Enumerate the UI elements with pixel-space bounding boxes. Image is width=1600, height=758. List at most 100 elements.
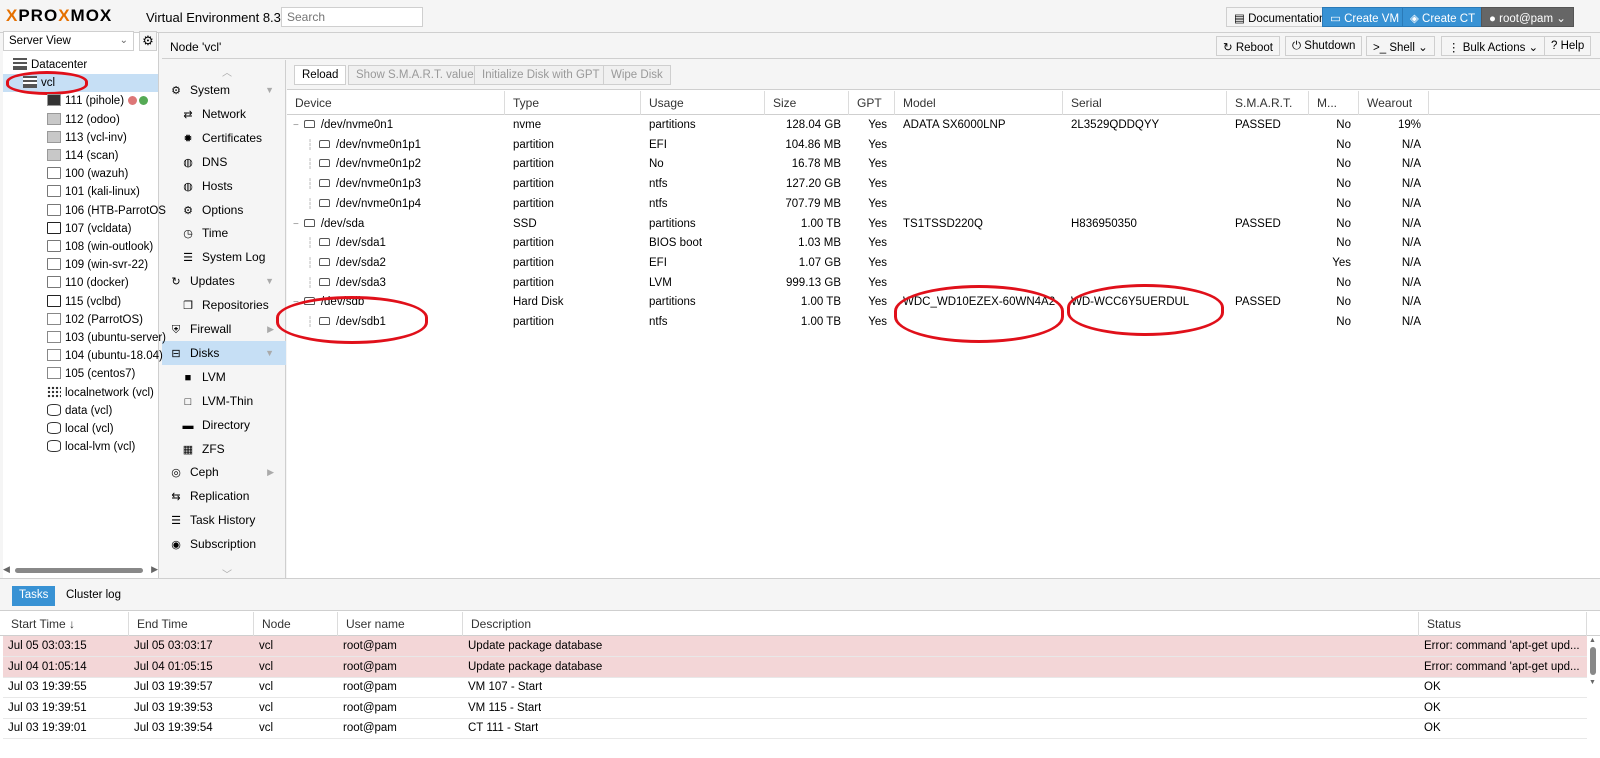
column-wearout[interactable]: Wearout <box>1359 91 1429 115</box>
column-start-time[interactable]: Start Time ↓ <box>3 612 129 636</box>
tree-node[interactable]: 100 (wazuh) <box>47 165 128 183</box>
disk-row[interactable]: ┆ /dev/sda2 partition EFI 1.07 GB Yes Yes N/A <box>287 253 1600 273</box>
column-end-time[interactable]: End Time <box>129 612 254 636</box>
menu-item-repositories[interactable]: ❐ Repositories <box>162 293 286 317</box>
menu-item-hosts[interactable]: ◍ Hosts <box>162 174 286 198</box>
menu-item-lvm-thin[interactable]: □ LVM-Thin <box>162 389 286 413</box>
column-smart[interactable]: S.M.A.R.T. <box>1227 91 1309 115</box>
scrollbar-thumb[interactable] <box>15 568 143 573</box>
column-type[interactable]: Type <box>505 91 641 115</box>
tree-node[interactable]: localnetwork (vcl) <box>47 384 154 402</box>
tree-node[interactable]: Datacenter <box>13 56 87 74</box>
arrow-down-icon[interactable]: ▼ <box>1589 679 1596 686</box>
tree-node[interactable]: 102 (ParrotOS) <box>47 311 143 329</box>
create-vm-button[interactable]: ▭ Create VM <box>1322 7 1408 27</box>
menu-item-lvm[interactable]: ■ LVM <box>162 365 286 389</box>
task-row[interactable]: Jul 04 01:05:14 Jul 04 01:05:15 vcl root@pa… <box>3 656 1587 678</box>
shell-button[interactable]: >_ Shell ⌄ <box>1366 36 1435 56</box>
scroll-up-icon[interactable]: ︿ <box>222 64 232 79</box>
task-row[interactable]: Jul 03 19:39:01 Jul 03 19:39:54 vcl root@pa… <box>3 718 1587 739</box>
column-mounted[interactable]: M... <box>1309 91 1359 115</box>
tree-node[interactable]: 113 (vcl-inv) <box>47 129 127 147</box>
menu-item-system[interactable]: ⚙ System ▼ <box>162 78 286 102</box>
tree-node[interactable]: 104 (ubuntu-18.04) <box>47 347 163 365</box>
menu-item-time[interactable]: ◷ Time <box>162 221 286 245</box>
tree-node[interactable]: 109 (win-svr-22) <box>47 256 148 274</box>
tab-cluster-log[interactable]: Cluster log <box>59 586 128 606</box>
tree-node[interactable]: data (vcl) <box>47 402 112 420</box>
menu-item-task-history[interactable]: ☰ Task History <box>162 508 286 532</box>
shutdown-button[interactable]: ⏻ Shutdown <box>1285 36 1363 56</box>
tree-node[interactable]: local-lvm (vcl) <box>47 438 135 456</box>
chevron-down-icon[interactable]: ▼ <box>265 78 274 102</box>
disk-row[interactable]: − /dev/nvme0n1 nvme partitions 128.04 GB Yes A… <box>287 115 1600 135</box>
tree-node[interactable]: 105 (centos7) <box>47 365 135 383</box>
column-serial[interactable]: Serial <box>1063 91 1227 115</box>
scrollbar-thumb[interactable] <box>1590 647 1596 675</box>
menu-item-system-log[interactable]: ☰ System Log <box>162 245 286 269</box>
tree-node[interactable]: 106 (HTB-ParrotOS <box>47 202 166 220</box>
tree-node[interactable]: 108 (win-outlook) <box>47 238 153 256</box>
arrow-up-icon[interactable]: ▲ <box>1589 637 1596 644</box>
tree-node[interactable]: vcl <box>23 74 55 92</box>
server-view-select[interactable]: Server View ⌄ <box>3 31 134 51</box>
menu-item-firewall[interactable]: ⛨ Firewall ▶ <box>162 317 286 341</box>
proxmox-logo[interactable]: XPROXMOX <box>6 6 112 26</box>
reload-button[interactable]: Reload <box>294 65 347 85</box>
disk-row[interactable]: ┆ /dev/nvme0n1p1 partition EFI 104.86 MB Yes N… <box>287 135 1600 155</box>
reboot-button[interactable]: ↻ Reboot <box>1216 36 1280 56</box>
collapse-icon[interactable]: − <box>293 120 299 131</box>
column-usage[interactable]: Usage <box>641 91 765 115</box>
disk-row[interactable]: ┆ /dev/nvme0n1p4 partition ntfs 707.79 MB Yes… <box>287 194 1600 214</box>
menu-item-dns[interactable]: ◍ DNS <box>162 150 286 174</box>
column-status[interactable]: Status <box>1419 612 1587 636</box>
menu-item-updates[interactable]: ↻ Updates ▼ <box>162 269 286 293</box>
menu-item-certificates[interactable]: ✹ Certificates <box>162 126 286 150</box>
disk-row[interactable]: − /dev/sda SSD partitions 1.00 TB Yes TS1TSSD2… <box>287 214 1600 234</box>
tab-tasks[interactable]: Tasks <box>12 586 56 606</box>
menu-item-subscription[interactable]: ◉ Subscription <box>162 532 286 556</box>
column-model[interactable]: Model <box>895 91 1063 115</box>
help-button[interactable]: ? Help <box>1544 36 1592 56</box>
collapse-icon[interactable]: − <box>293 219 299 230</box>
show-smart-button[interactable]: Show S.M.A.R.T. values <box>348 65 488 85</box>
menu-item-network[interactable]: ⇄ Network <box>162 102 286 126</box>
disk-row[interactable]: ┆ /dev/nvme0n1p2 partition No 16.78 MB Yes No N… <box>287 154 1600 174</box>
bulk-actions-button[interactable]: ⋮ Bulk Actions ⌄ <box>1441 36 1546 56</box>
task-row[interactable]: Jul 03 19:39:55 Jul 03 19:39:57 vcl root@pa… <box>3 677 1587 698</box>
disk-row[interactable]: ┆ /dev/nvme0n1p3 partition ntfs 127.20 GB Yes… <box>287 174 1600 194</box>
menu-item-ceph[interactable]: ◎ Ceph ▶ <box>162 460 286 484</box>
create-ct-button[interactable]: ◈ Create CT <box>1402 7 1484 27</box>
menu-item-options[interactable]: ⚙ Options <box>162 198 286 222</box>
gear-icon[interactable]: ⚙ <box>139 31 157 51</box>
tree-node[interactable]: 110 (docker) <box>47 274 129 292</box>
tree-horizontal-scrollbar[interactable]: ◀ ▶ <box>3 564 158 576</box>
column-device[interactable]: Device <box>287 91 505 115</box>
wipe-disk-button[interactable]: Wipe Disk <box>603 65 671 85</box>
arrow-right-icon[interactable]: ▶ <box>151 564 158 575</box>
task-row[interactable]: Jul 03 19:39:51 Jul 03 19:39:53 vcl root@pa… <box>3 698 1587 719</box>
tasks-vertical-scrollbar[interactable]: ▲ ▼ <box>1588 637 1598 757</box>
column-node[interactable]: Node <box>254 612 338 636</box>
disk-row[interactable]: ┆ /dev/sda1 partition BIOS boot 1.03 MB Yes No… <box>287 233 1600 253</box>
user-menu-button[interactable]: ● root@pam ⌄ <box>1481 7 1574 27</box>
menu-item-directory[interactable]: ▬ Directory <box>162 413 286 437</box>
column-size[interactable]: Size <box>765 91 849 115</box>
initialize-gpt-button[interactable]: Initialize Disk with GPT <box>474 65 608 85</box>
arrow-left-icon[interactable]: ◀ <box>3 564 10 575</box>
tree-node[interactable]: 114 (scan) <box>47 147 118 165</box>
tree-node[interactable]: 107 (vcldata) <box>47 220 131 238</box>
tree-node[interactable]: 112 (odoo) <box>47 111 120 129</box>
menu-item-disks[interactable]: ⊟ Disks ▼ <box>162 340 286 365</box>
column-user-name[interactable]: User name <box>338 612 463 636</box>
menu-item-replication[interactable]: ⇆ Replication <box>162 484 286 508</box>
chevron-down-icon[interactable]: ▼ <box>265 341 274 365</box>
task-row[interactable]: Jul 05 03:03:15 Jul 05 03:03:17 vcl root@pa… <box>3 636 1587 657</box>
column-gpt[interactable]: GPT <box>849 91 895 115</box>
tree-node[interactable]: 115 (vclbd) <box>47 293 121 311</box>
tree-node[interactable]: 101 (kali-linux) <box>47 183 140 201</box>
search-input[interactable] <box>281 7 423 27</box>
chevron-down-icon[interactable]: ▼ <box>265 269 274 293</box>
column-description[interactable]: Description <box>463 612 1419 636</box>
menu-item-zfs[interactable]: ▦ ZFS <box>162 437 286 461</box>
